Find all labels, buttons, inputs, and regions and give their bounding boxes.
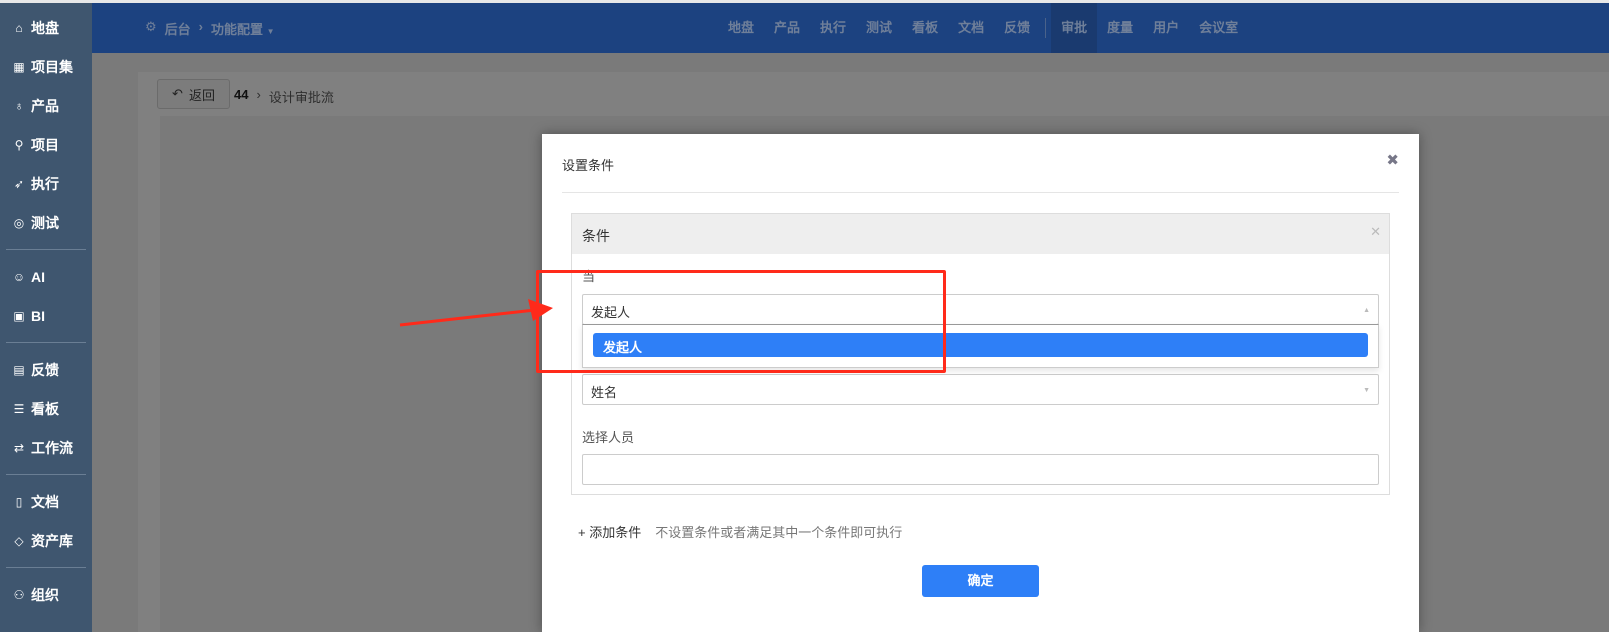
sidebar: ⌂ 地盘 ▦ 项目集 ♁ 产品 ⚲ 项目 ➶ 执行 ◎ 测试 ☺ AI ▣ BI ▤ 反馈 ☰ 看板… xyxy=(0,3,92,632)
nav-users[interactable]: 用户 xyxy=(1143,3,1189,53)
nav-execution[interactable]: 执行 xyxy=(810,3,856,53)
add-condition-row: + 添加条件 不设置条件或者满足其中一个条件即可执行 xyxy=(578,522,902,541)
sidebar-item-kanban[interactable]: ☰ 看板 xyxy=(0,389,92,428)
set-condition-modal: 设置条件 ✖ 条件 ✕ 当 发起人 ▲ 姓名 ▼ 发起人 选择人员 + 添加条件 不… xyxy=(542,134,1419,632)
sidebar-item-label: 文档 xyxy=(31,493,59,510)
sidebar-item-label: 地盘 xyxy=(31,19,59,36)
nav-doc[interactable]: 文档 xyxy=(948,3,994,53)
caret-down-icon: ▼ xyxy=(266,27,275,36)
close-icon[interactable]: ✖ xyxy=(1386,151,1399,169)
sidebar-item-label: 项目 xyxy=(31,136,59,153)
add-condition-link[interactable]: + 添加条件 xyxy=(578,522,641,541)
workflow-icon: ⇄ xyxy=(13,440,25,455)
nav-divider xyxy=(1045,18,1047,38)
header-breadcrumb: ⚙ 后台 › 功能配置 ▼ xyxy=(145,19,275,38)
modal-title: 设置条件 xyxy=(562,158,615,173)
presentation-icon: ▣ xyxy=(13,308,25,323)
top-header: ⚙ 后台 › 功能配置 ▼ 地盘 产品 执行 测试 看板 文档 反馈 审批 度量… xyxy=(92,3,1609,53)
document-icon: ▯ xyxy=(15,494,23,509)
annotation-arrow xyxy=(399,299,553,327)
sidebar-item-label: 项目集 xyxy=(31,58,73,75)
select-people-label: 选择人员 xyxy=(582,430,635,445)
nav-test[interactable]: 测试 xyxy=(856,3,902,53)
divider xyxy=(6,567,86,568)
kanban-icon: ☰ xyxy=(13,401,25,416)
users-icon: ⚇ xyxy=(13,587,25,602)
sidebar-item-dashboard[interactable]: ⌂ 地盘 xyxy=(0,8,92,47)
annotation-highlight-box xyxy=(536,270,946,373)
rocket-icon: ⚲ xyxy=(14,137,24,152)
sidebar-item-label: BI xyxy=(31,307,45,324)
crumb-admin[interactable]: 后台 xyxy=(165,19,191,38)
sub-toolbar xyxy=(138,72,1609,116)
crumb-feature-config[interactable]: 功能配置 ▼ xyxy=(211,19,275,38)
hint-text: 不设置条件或者满足其中一个条件即可执行 xyxy=(655,525,903,540)
flow-id: 44 xyxy=(234,87,249,102)
grid-icon: ▦ xyxy=(13,59,25,74)
nav-metrics[interactable]: 度量 xyxy=(1097,3,1143,53)
sidebar-item-product[interactable]: ♁ 产品 xyxy=(0,86,92,125)
back-label: 返回 xyxy=(188,87,215,103)
sidebar-item-label: 反馈 xyxy=(31,361,59,378)
sidebar-item-label: 测试 xyxy=(31,214,59,231)
page-title: 设计审批流 xyxy=(268,90,334,105)
sidebar-item-label: 组织 xyxy=(31,586,59,603)
remove-condition-icon[interactable]: ✕ xyxy=(1370,224,1381,240)
sidebar-item-org[interactable]: ⚇ 组织 xyxy=(0,575,92,614)
sidebar-item-project[interactable]: ⚲ 项目 xyxy=(0,125,92,164)
feedback-icon: ▤ xyxy=(13,362,25,377)
sidebar-item-label: 产品 xyxy=(31,97,59,114)
nav-meeting-room[interactable]: 会议室 xyxy=(1189,3,1248,53)
nav-product[interactable]: 产品 xyxy=(764,3,810,53)
home-icon: ⌂ xyxy=(15,20,23,35)
divider xyxy=(6,474,86,475)
search-icon: ◎ xyxy=(13,215,25,230)
select-people-input[interactable] xyxy=(582,454,1379,485)
sidebar-item-label: AI xyxy=(31,268,45,285)
confirm-button[interactable]: 确定 xyxy=(922,565,1039,597)
undo-icon: ↶ xyxy=(172,86,183,101)
sidebar-item-test[interactable]: ◎ 测试 xyxy=(0,203,92,242)
divider xyxy=(6,249,86,250)
robot-icon: ☺ xyxy=(12,269,26,284)
sidebar-item-label: 看板 xyxy=(31,400,59,417)
sidebar-item-assets[interactable]: ◇ 资产库 xyxy=(0,521,92,560)
sidebar-item-bi[interactable]: ▣ BI xyxy=(0,296,92,335)
chevron-right-icon: › xyxy=(198,19,204,34)
divider xyxy=(562,192,1399,193)
nav-kanban[interactable]: 看板 xyxy=(902,3,948,53)
page-breadcrumb: 44 › 设计审批流 xyxy=(234,87,334,106)
sidebar-item-label: 资产库 xyxy=(31,532,73,549)
chevron-right-icon: › xyxy=(256,87,261,102)
content-panel xyxy=(138,116,160,632)
attribute-select[interactable]: 姓名 ▼ xyxy=(582,374,1379,405)
caret-up-icon: ▲ xyxy=(1363,307,1370,314)
sidebar-item-doc[interactable]: ▯ 文档 xyxy=(0,482,92,521)
sidebar-item-feedback[interactable]: ▤ 反馈 xyxy=(0,350,92,389)
run-icon: ➶ xyxy=(13,176,25,191)
caret-down-icon: ▼ xyxy=(1363,387,1370,394)
nav-dashboard[interactable]: 地盘 xyxy=(718,3,764,53)
sidebar-item-label: 执行 xyxy=(31,175,59,192)
nav-approval[interactable]: 审批 xyxy=(1051,3,1098,53)
diamond-icon: ◇ xyxy=(14,533,24,548)
sidebar-item-ai[interactable]: ☺ AI xyxy=(0,257,92,296)
top-nav: 地盘 产品 执行 测试 看板 文档 反馈 审批 度量 用户 会议室 xyxy=(718,3,1248,53)
nav-feedback[interactable]: 反馈 xyxy=(994,3,1040,53)
divider xyxy=(6,342,86,343)
sidebar-item-program[interactable]: ▦ 项目集 xyxy=(0,47,92,86)
bulb-icon: ♁ xyxy=(14,98,24,113)
back-button[interactable]: ↶ 返回 xyxy=(157,79,230,109)
gear-icon: ⚙ xyxy=(145,19,157,34)
sidebar-item-workflow[interactable]: ⇄ 工作流 xyxy=(0,428,92,467)
condition-title: 条件 xyxy=(572,214,1389,254)
sidebar-item-label: 工作流 xyxy=(31,439,73,456)
sidebar-item-execution[interactable]: ➶ 执行 xyxy=(0,164,92,203)
